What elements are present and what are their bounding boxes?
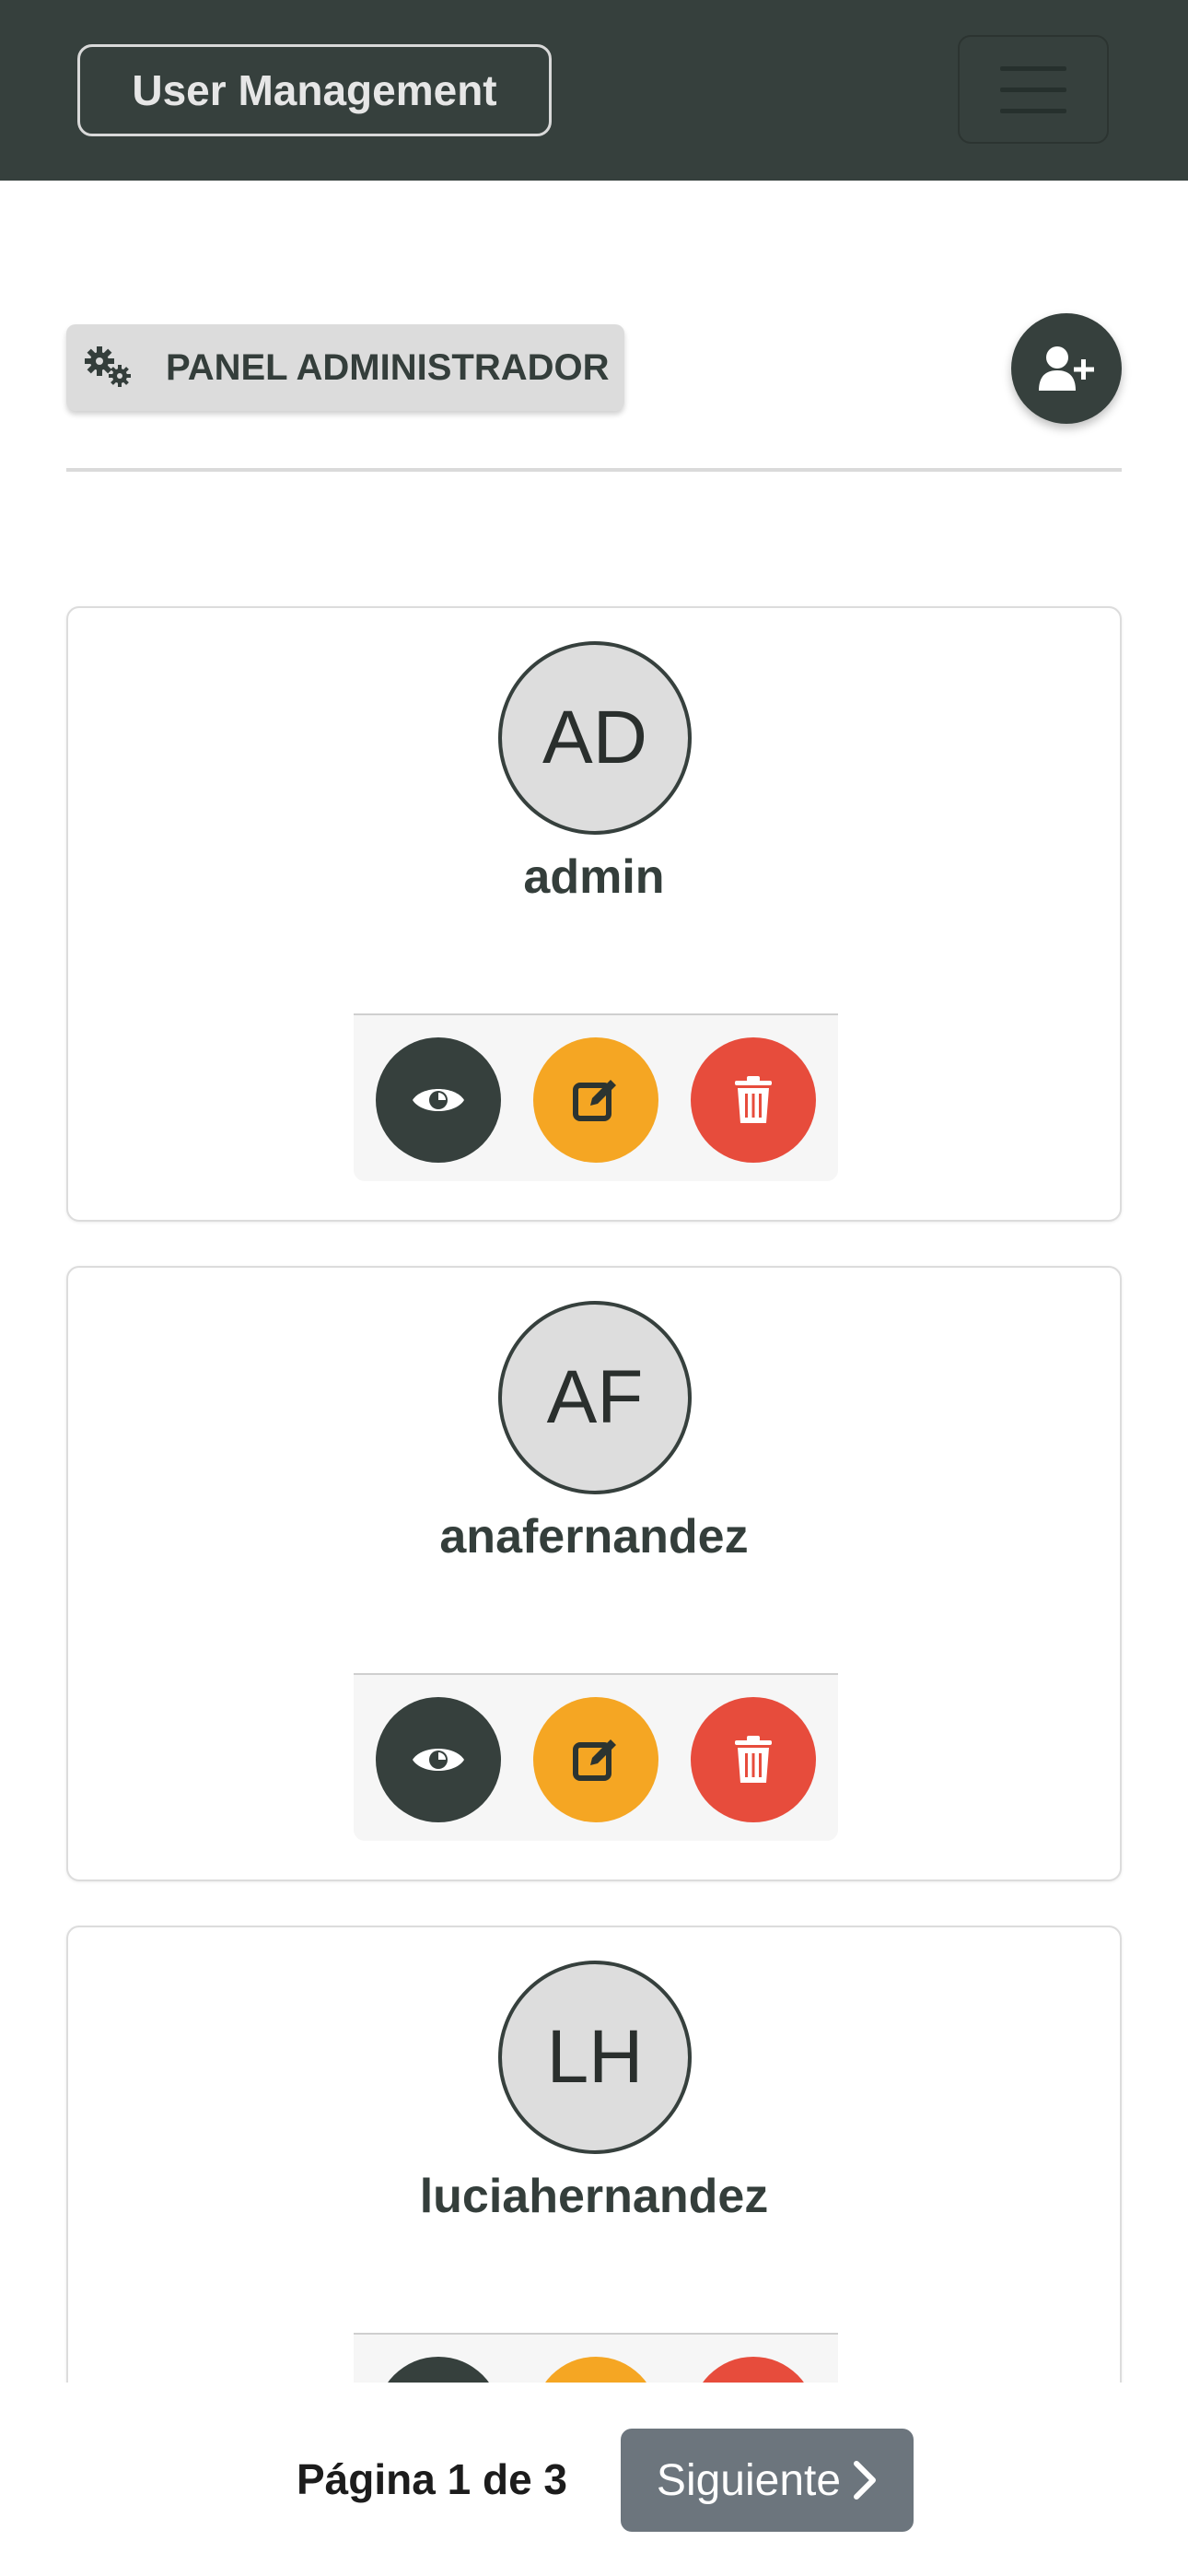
page-indicator: Página 1 de 3	[297, 2455, 568, 2503]
avatar: AF	[498, 1301, 692, 1494]
hamburger-icon	[1000, 65, 1066, 71]
view-user-button[interactable]	[376, 1697, 501, 1822]
edit-user-button[interactable]	[533, 1697, 658, 1822]
next-page-button[interactable]: Siguiente	[621, 2429, 914, 2532]
admin-panel-button[interactable]: PANEL ADMINISTRADOR	[66, 324, 624, 411]
avatar: LH	[498, 1961, 692, 2154]
edit-user-button[interactable]	[533, 1037, 658, 1163]
next-label: Siguiente	[656, 2455, 842, 2505]
trash-icon	[735, 1736, 772, 1783]
user-actions	[354, 1673, 838, 1841]
pagination-bar: Página 1 de 3 Siguiente	[0, 2383, 1188, 2576]
username: anafernandez	[439, 1510, 749, 1563]
delete-user-button[interactable]	[691, 1037, 816, 1163]
user-card: AF anafernandez	[66, 1266, 1122, 1881]
user-plus-icon	[1039, 346, 1094, 391]
eye-icon	[413, 1749, 464, 1771]
user-actions	[354, 1013, 838, 1181]
admin-panel-label: PANEL ADMINISTRADOR	[166, 346, 610, 388]
navbar: User Management	[0, 0, 1188, 181]
trash-icon	[735, 1076, 772, 1123]
avatar: AD	[498, 641, 692, 835]
hamburger-menu-button[interactable]	[958, 35, 1109, 144]
chevron-right-icon	[854, 2461, 877, 2500]
eye-icon	[413, 1089, 464, 1111]
divider	[66, 468, 1122, 472]
add-user-button[interactable]	[1011, 313, 1122, 424]
brand-link[interactable]: User Management	[77, 44, 552, 136]
user-card: AD admin	[66, 606, 1122, 1222]
edit-icon	[573, 1739, 616, 1781]
username: admin	[523, 850, 665, 904]
edit-icon	[573, 1080, 616, 1121]
username: luciahernandez	[419, 2170, 769, 2223]
delete-user-button[interactable]	[691, 1697, 816, 1822]
view-user-button[interactable]	[376, 1037, 501, 1163]
gears-icon	[83, 345, 134, 391]
